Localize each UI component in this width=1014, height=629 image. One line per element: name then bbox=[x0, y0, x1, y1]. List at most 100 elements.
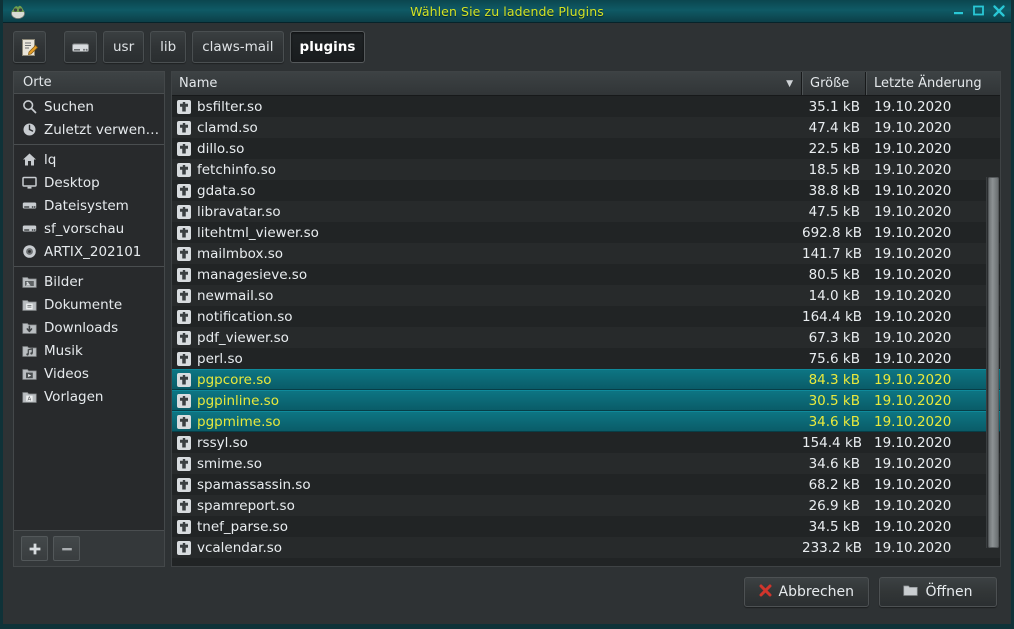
file-size-cell: 34.6 kB bbox=[802, 414, 866, 430]
window-title: Wählen Sie zu ladende Plugins bbox=[3, 4, 1011, 19]
folder-pictures-icon bbox=[21, 274, 37, 290]
search-icon bbox=[21, 99, 37, 115]
table-row[interactable]: pgpcore.so84.3 kB19.10.2020 bbox=[172, 369, 1000, 390]
scrollbar-thumb[interactable] bbox=[988, 177, 999, 548]
table-row[interactable]: litehtml_viewer.so692.8 kB19.10.2020 bbox=[172, 222, 1000, 243]
close-icon[interactable] bbox=[993, 5, 1005, 19]
file-name-label: pgpmime.so bbox=[197, 414, 281, 430]
table-row[interactable]: pgpmime.so34.6 kB19.10.2020 bbox=[172, 411, 1000, 432]
file-list-pane: Name ▼ Größe Letzte Änderung bsfilter.so… bbox=[171, 71, 1001, 567]
table-row[interactable]: smime.so34.6 kB19.10.2020 bbox=[172, 453, 1000, 474]
sidebar-item-suchen[interactable]: Suchen bbox=[14, 95, 164, 118]
plugin-file-icon bbox=[177, 415, 191, 429]
table-row[interactable]: gdata.so38.8 kB19.10.2020 bbox=[172, 180, 1000, 201]
table-row[interactable]: pgpinline.so30.5 kB19.10.2020 bbox=[172, 390, 1000, 411]
file-name-cell: pgpinline.so bbox=[172, 393, 802, 409]
table-row[interactable]: perl.so75.6 kB19.10.2020 bbox=[172, 348, 1000, 369]
sidebar-item-bilder[interactable]: Bilder bbox=[14, 270, 164, 293]
sidebar-item-label: lq bbox=[44, 152, 56, 168]
file-date-cell: 19.10.2020 bbox=[866, 288, 1000, 304]
table-row[interactable]: libravatar.so47.5 kB19.10.2020 bbox=[172, 201, 1000, 222]
file-name-label: spamreport.so bbox=[197, 498, 295, 514]
table-row[interactable]: vcalendar.so233.2 kB19.10.2020 bbox=[172, 537, 1000, 558]
table-row[interactable]: spamassassin.so68.2 kB19.10.2020 bbox=[172, 474, 1000, 495]
path-button-claws-mail[interactable]: claws-mail bbox=[192, 31, 283, 63]
sidebar-item-vorlagen[interactable]: A Vorlagen bbox=[14, 385, 164, 408]
column-header-name[interactable]: Name ▼ bbox=[172, 72, 802, 95]
vertical-scrollbar[interactable] bbox=[986, 177, 999, 548]
places-footer bbox=[14, 530, 164, 566]
table-row[interactable]: dillo.so22.5 kB19.10.2020 bbox=[172, 138, 1000, 159]
file-rows[interactable]: bsfilter.so35.1 kB19.10.2020clamd.so47.4… bbox=[172, 96, 1000, 566]
table-row[interactable]: pdf_viewer.so67.3 kB19.10.2020 bbox=[172, 327, 1000, 348]
plugin-file-icon bbox=[177, 142, 191, 156]
sidebar-item-dokumente[interactable]: Dokumente bbox=[14, 293, 164, 316]
sidebar-item-sf-vorschau[interactable]: sf_vorschau bbox=[14, 217, 164, 240]
file-size-cell: 67.3 kB bbox=[802, 330, 866, 346]
table-row[interactable]: clamd.so47.4 kB19.10.2020 bbox=[172, 117, 1000, 138]
file-name-label: pdf_viewer.so bbox=[197, 330, 289, 346]
file-date-cell: 19.10.2020 bbox=[866, 120, 1000, 136]
sidebar-item-zuletzt-verwendet[interactable]: Zuletzt verwen… bbox=[14, 118, 164, 141]
file-name-label: litehtml_viewer.so bbox=[197, 225, 319, 241]
create-folder-button[interactable] bbox=[13, 31, 46, 63]
table-row[interactable]: rssyl.so154.4 kB19.10.2020 bbox=[172, 432, 1000, 453]
file-date-cell: 19.10.2020 bbox=[866, 204, 1000, 220]
sidebar-item-lq[interactable]: lq bbox=[14, 148, 164, 171]
svg-text:A: A bbox=[27, 396, 31, 402]
path-button-plugins[interactable]: plugins bbox=[290, 31, 366, 63]
sidebar-item-artix-202101[interactable]: ARTIX_202101 bbox=[14, 240, 164, 263]
file-date-cell: 19.10.2020 bbox=[866, 435, 1000, 451]
open-button[interactable]: Öffnen bbox=[879, 577, 997, 607]
table-row[interactable]: mailmbox.so141.7 kB19.10.2020 bbox=[172, 243, 1000, 264]
window-controls bbox=[953, 0, 1005, 23]
column-header-date[interactable]: Letzte Änderung bbox=[866, 72, 1000, 95]
file-date-cell: 19.10.2020 bbox=[866, 183, 1000, 199]
sidebar-item-videos[interactable]: Videos bbox=[14, 362, 164, 385]
plugin-file-icon bbox=[177, 541, 191, 555]
file-name-cell: vcalendar.so bbox=[172, 540, 802, 556]
file-name-label: spamassassin.so bbox=[197, 477, 311, 493]
minimize-icon[interactable] bbox=[953, 5, 964, 18]
file-size-cell: 34.6 kB bbox=[802, 456, 866, 472]
plugin-file-icon bbox=[177, 499, 191, 513]
table-row[interactable]: managesieve.so80.5 kB19.10.2020 bbox=[172, 264, 1000, 285]
file-date-cell: 19.10.2020 bbox=[866, 162, 1000, 178]
file-date-cell: 19.10.2020 bbox=[866, 309, 1000, 325]
sidebar-item-dateisystem[interactable]: Dateisystem bbox=[14, 194, 164, 217]
places-list: Suchen Zuletzt verwen… lq bbox=[14, 94, 164, 530]
table-row[interactable]: notification.so164.4 kB19.10.2020 bbox=[172, 306, 1000, 327]
path-button-lib[interactable]: lib bbox=[150, 31, 186, 63]
column-header-label: Name bbox=[179, 76, 217, 91]
remove-bookmark-button[interactable] bbox=[53, 536, 80, 561]
plugin-file-icon bbox=[177, 205, 191, 219]
title-bar[interactable]: Wählen Sie zu ladende Plugins bbox=[3, 0, 1011, 23]
table-row[interactable]: fetchinfo.so18.5 kB19.10.2020 bbox=[172, 159, 1000, 180]
sidebar-item-label: Videos bbox=[44, 366, 89, 382]
table-row[interactable]: newmail.so14.0 kB19.10.2020 bbox=[172, 285, 1000, 306]
file-date-cell: 19.10.2020 bbox=[866, 519, 1000, 535]
table-row[interactable]: spamreport.so26.9 kB19.10.2020 bbox=[172, 495, 1000, 516]
column-headers: Name ▼ Größe Letzte Änderung bbox=[172, 72, 1000, 96]
cancel-button[interactable]: Abbrechen bbox=[744, 577, 869, 607]
sidebar-item-desktop[interactable]: Desktop bbox=[14, 171, 164, 194]
sidebar-item-musik[interactable]: Musik bbox=[14, 339, 164, 362]
file-name-label: clamd.so bbox=[197, 120, 258, 136]
path-button-filesystem[interactable] bbox=[64, 31, 97, 63]
file-size-cell: 18.5 kB bbox=[802, 162, 866, 178]
table-row[interactable]: bsfilter.so35.1 kB19.10.2020 bbox=[172, 96, 1000, 117]
file-name-cell: spamassassin.so bbox=[172, 477, 802, 493]
plugin-file-icon bbox=[177, 163, 191, 177]
sidebar-item-downloads[interactable]: Downloads bbox=[14, 316, 164, 339]
column-header-size[interactable]: Größe bbox=[802, 72, 866, 95]
add-bookmark-button[interactable] bbox=[21, 536, 48, 561]
table-row[interactable]: tnef_parse.so34.5 kB19.10.2020 bbox=[172, 516, 1000, 537]
file-size-cell: 141.7 kB bbox=[802, 246, 866, 262]
maximize-icon[interactable] bbox=[973, 5, 984, 18]
file-name-cell: fetchinfo.so bbox=[172, 162, 802, 178]
home-icon bbox=[21, 152, 37, 168]
path-button-usr[interactable]: usr bbox=[103, 31, 144, 63]
file-date-cell: 19.10.2020 bbox=[866, 267, 1000, 283]
file-name-label: smime.so bbox=[197, 456, 262, 472]
file-size-cell: 154.4 kB bbox=[802, 435, 866, 451]
